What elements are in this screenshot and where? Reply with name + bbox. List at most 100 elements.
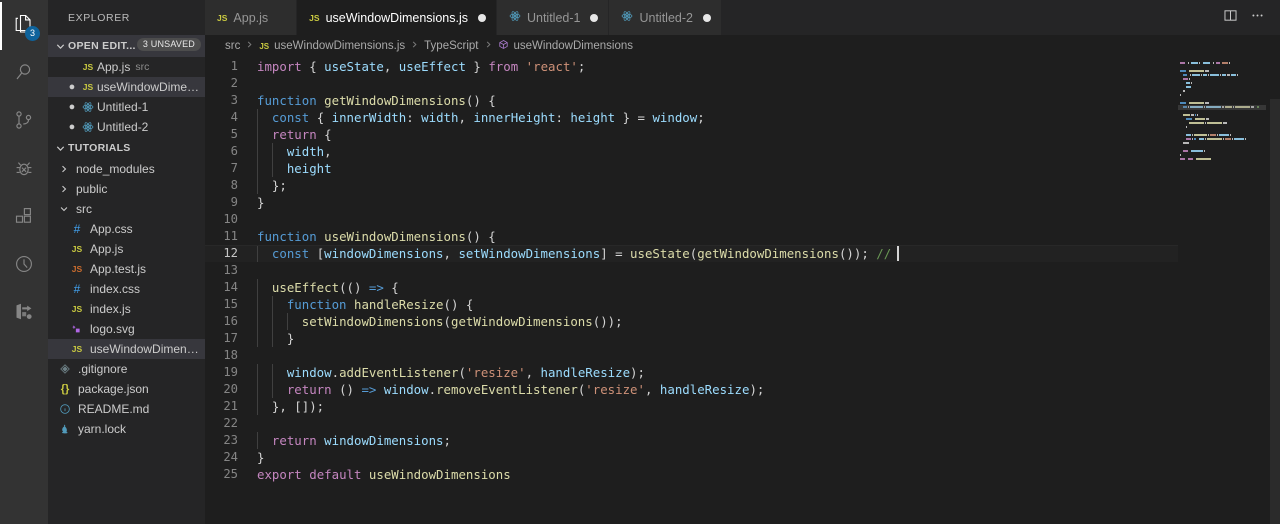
minimap-gap	[1189, 150, 1190, 152]
minimap-token	[1191, 82, 1192, 84]
code-line-text: function getWindowDimensions() {	[257, 92, 496, 109]
tree-file-item[interactable]: yarn.lock	[48, 419, 205, 439]
minimap-gap	[1221, 62, 1222, 64]
editor-tab[interactable]: JS useWindowDimensions.js	[297, 0, 497, 35]
tree-file-item[interactable]: JS useWindowDimensio...	[48, 339, 205, 359]
dirty-dot-icon: ●	[68, 121, 76, 133]
breadcrumb-item[interactable]: useWindowDimensions.js	[274, 40, 405, 52]
open-editor-item[interactable]: ● Untitled-2	[48, 117, 205, 137]
activity-item-source-control[interactable]	[0, 98, 48, 146]
activity-item-explorer[interactable]: 3	[0, 2, 48, 50]
minimap-token	[1204, 138, 1206, 140]
code-token: };	[271, 178, 287, 193]
tree-file-item[interactable]: # App.css	[48, 219, 205, 239]
code-token: function	[257, 93, 317, 108]
tab-close-button[interactable]	[278, 14, 286, 22]
breadcrumb-item[interactable]: TypeScript	[424, 40, 478, 52]
svg-file-icon	[68, 323, 86, 335]
tree-file-item[interactable]: logo.svg	[48, 319, 205, 339]
minimap-token	[1180, 94, 1181, 96]
tab-dirty-indicator[interactable]	[702, 13, 711, 22]
code-token: 'resize'	[465, 365, 526, 380]
code-line: 3 function getWindowDimensions() {	[205, 92, 1280, 109]
tree-file-item[interactable]: JS index.js	[48, 299, 205, 319]
tree-item-label: src	[76, 202, 92, 216]
open-editor-item[interactable]: JS App.js src	[48, 57, 205, 77]
code-token: () {	[465, 93, 496, 108]
code-token: window	[652, 110, 698, 125]
activity-item-search[interactable]	[0, 50, 48, 98]
open-editor-item[interactable]: ● JS useWindowDimen...	[48, 77, 205, 97]
minimap-token	[1191, 138, 1194, 140]
code-token: ,	[443, 246, 459, 261]
code-token: getWindowDimensions	[450, 314, 593, 329]
tree-file-item[interactable]: JS App.js	[48, 239, 205, 259]
overview-ruler	[1270, 99, 1280, 524]
tree-item-label: logo.svg	[90, 322, 135, 336]
line-number: 15	[223, 297, 238, 311]
minimap-token	[1183, 150, 1188, 152]
open-editor-item[interactable]: ● Untitled-1	[48, 97, 205, 117]
editor-viewport: 1 import { useState, useEffect } from 're…	[205, 57, 1280, 524]
minimap-token	[1244, 138, 1247, 140]
minimap-token	[1180, 62, 1185, 64]
minimap-token	[1209, 74, 1219, 76]
minimap-token	[1197, 114, 1199, 116]
tree-file-item[interactable]: README.md	[48, 399, 205, 419]
minimap-token	[1205, 102, 1209, 104]
editor-tab[interactable]: JS App.js	[205, 0, 298, 35]
split-editor-icon[interactable]	[1222, 7, 1239, 29]
line-number: 22	[223, 416, 238, 430]
minimap-token	[1186, 138, 1191, 140]
tree-file-item[interactable]: # index.css	[48, 279, 205, 299]
ellipsis-icon[interactable]	[1249, 7, 1266, 29]
line-number: 1	[230, 59, 238, 73]
section-header-tutorials[interactable]: TUTORIALS	[48, 137, 205, 159]
line-number: 5	[230, 127, 238, 141]
minimap-gap	[1190, 62, 1191, 64]
sidebar-title: EXPLORER	[68, 11, 130, 24]
activity-item-timeline[interactable]	[0, 242, 48, 290]
tree-file-item[interactable]: .gitignore	[48, 359, 205, 379]
minimap-gap	[1193, 118, 1194, 120]
minimap-token	[1221, 74, 1227, 76]
tree-folder-item[interactable]: src	[48, 199, 205, 219]
tree-folder-item[interactable]: node_modules	[48, 159, 205, 179]
section-header-open-editors[interactable]: OPEN EDIT... 3 UNSAVED	[48, 35, 205, 57]
minimap[interactable]	[1178, 57, 1266, 524]
code-line-text: function useWindowDimensions() {	[257, 228, 496, 245]
workspace-label: TUTORIALS	[68, 142, 131, 154]
breadcrumb-item[interactable]: useWindowDimensions	[514, 40, 634, 52]
debug-icon	[12, 156, 36, 185]
editor-tab[interactable]: Untitled-2	[609, 0, 722, 35]
breadcrumb-item[interactable]: src	[225, 40, 240, 52]
tree-file-item[interactable]: {} package.json	[48, 379, 205, 399]
tab-dirty-indicator[interactable]	[477, 13, 486, 22]
editor-tab[interactable]: Untitled-1	[496, 0, 610, 35]
code-token: ,	[644, 382, 660, 397]
tree-file-item[interactable]: JS App.test.js	[48, 259, 205, 279]
breadcrumb-separator-icon	[410, 40, 419, 52]
activity-item-live-share[interactable]	[0, 290, 48, 338]
minimap-token	[1207, 134, 1209, 136]
tab-dirty-indicator[interactable]	[590, 13, 599, 22]
tree-folder-item[interactable]: public	[48, 179, 205, 199]
code-token: const	[271, 110, 310, 125]
activity-item-run-debug[interactable]	[0, 146, 48, 194]
code-editor[interactable]: 1 import { useState, useEffect } from 're…	[205, 57, 1280, 524]
minimap-slider[interactable]	[1178, 105, 1266, 110]
code-line: 23 return windowDimensions;	[205, 432, 1280, 449]
activity-item-extensions[interactable]	[0, 194, 48, 242]
code-line: 20 return () => window.removeEventListen…	[205, 381, 1280, 398]
minimap-token	[1198, 62, 1200, 64]
code-token: useState	[324, 59, 384, 74]
minimap-token	[1234, 138, 1244, 140]
js-file-icon: JS	[217, 12, 228, 23]
line-number: 10	[223, 212, 238, 226]
